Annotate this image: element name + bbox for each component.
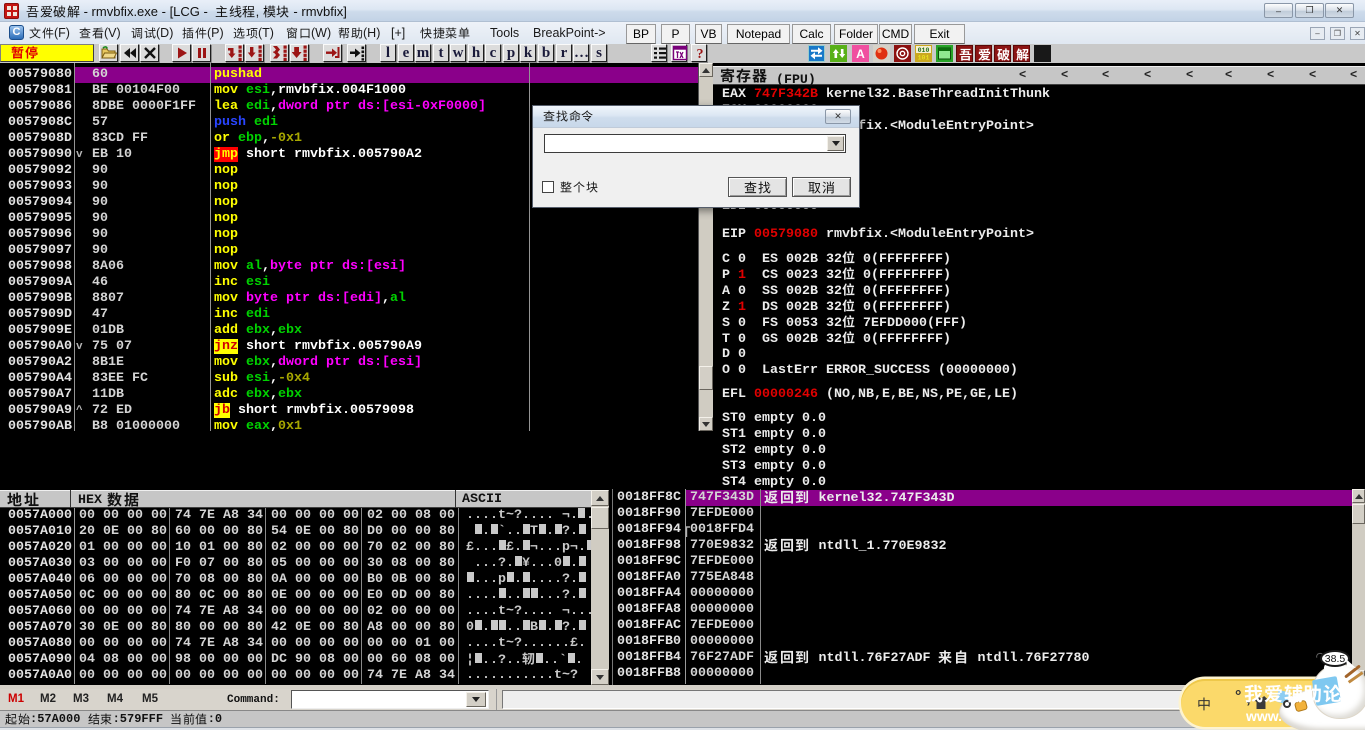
svg-text:?: ? [697, 47, 704, 61]
svg-text:A: A [856, 47, 865, 61]
svg-text:101: 101 [918, 55, 930, 62]
svg-text:010: 010 [918, 47, 930, 54]
